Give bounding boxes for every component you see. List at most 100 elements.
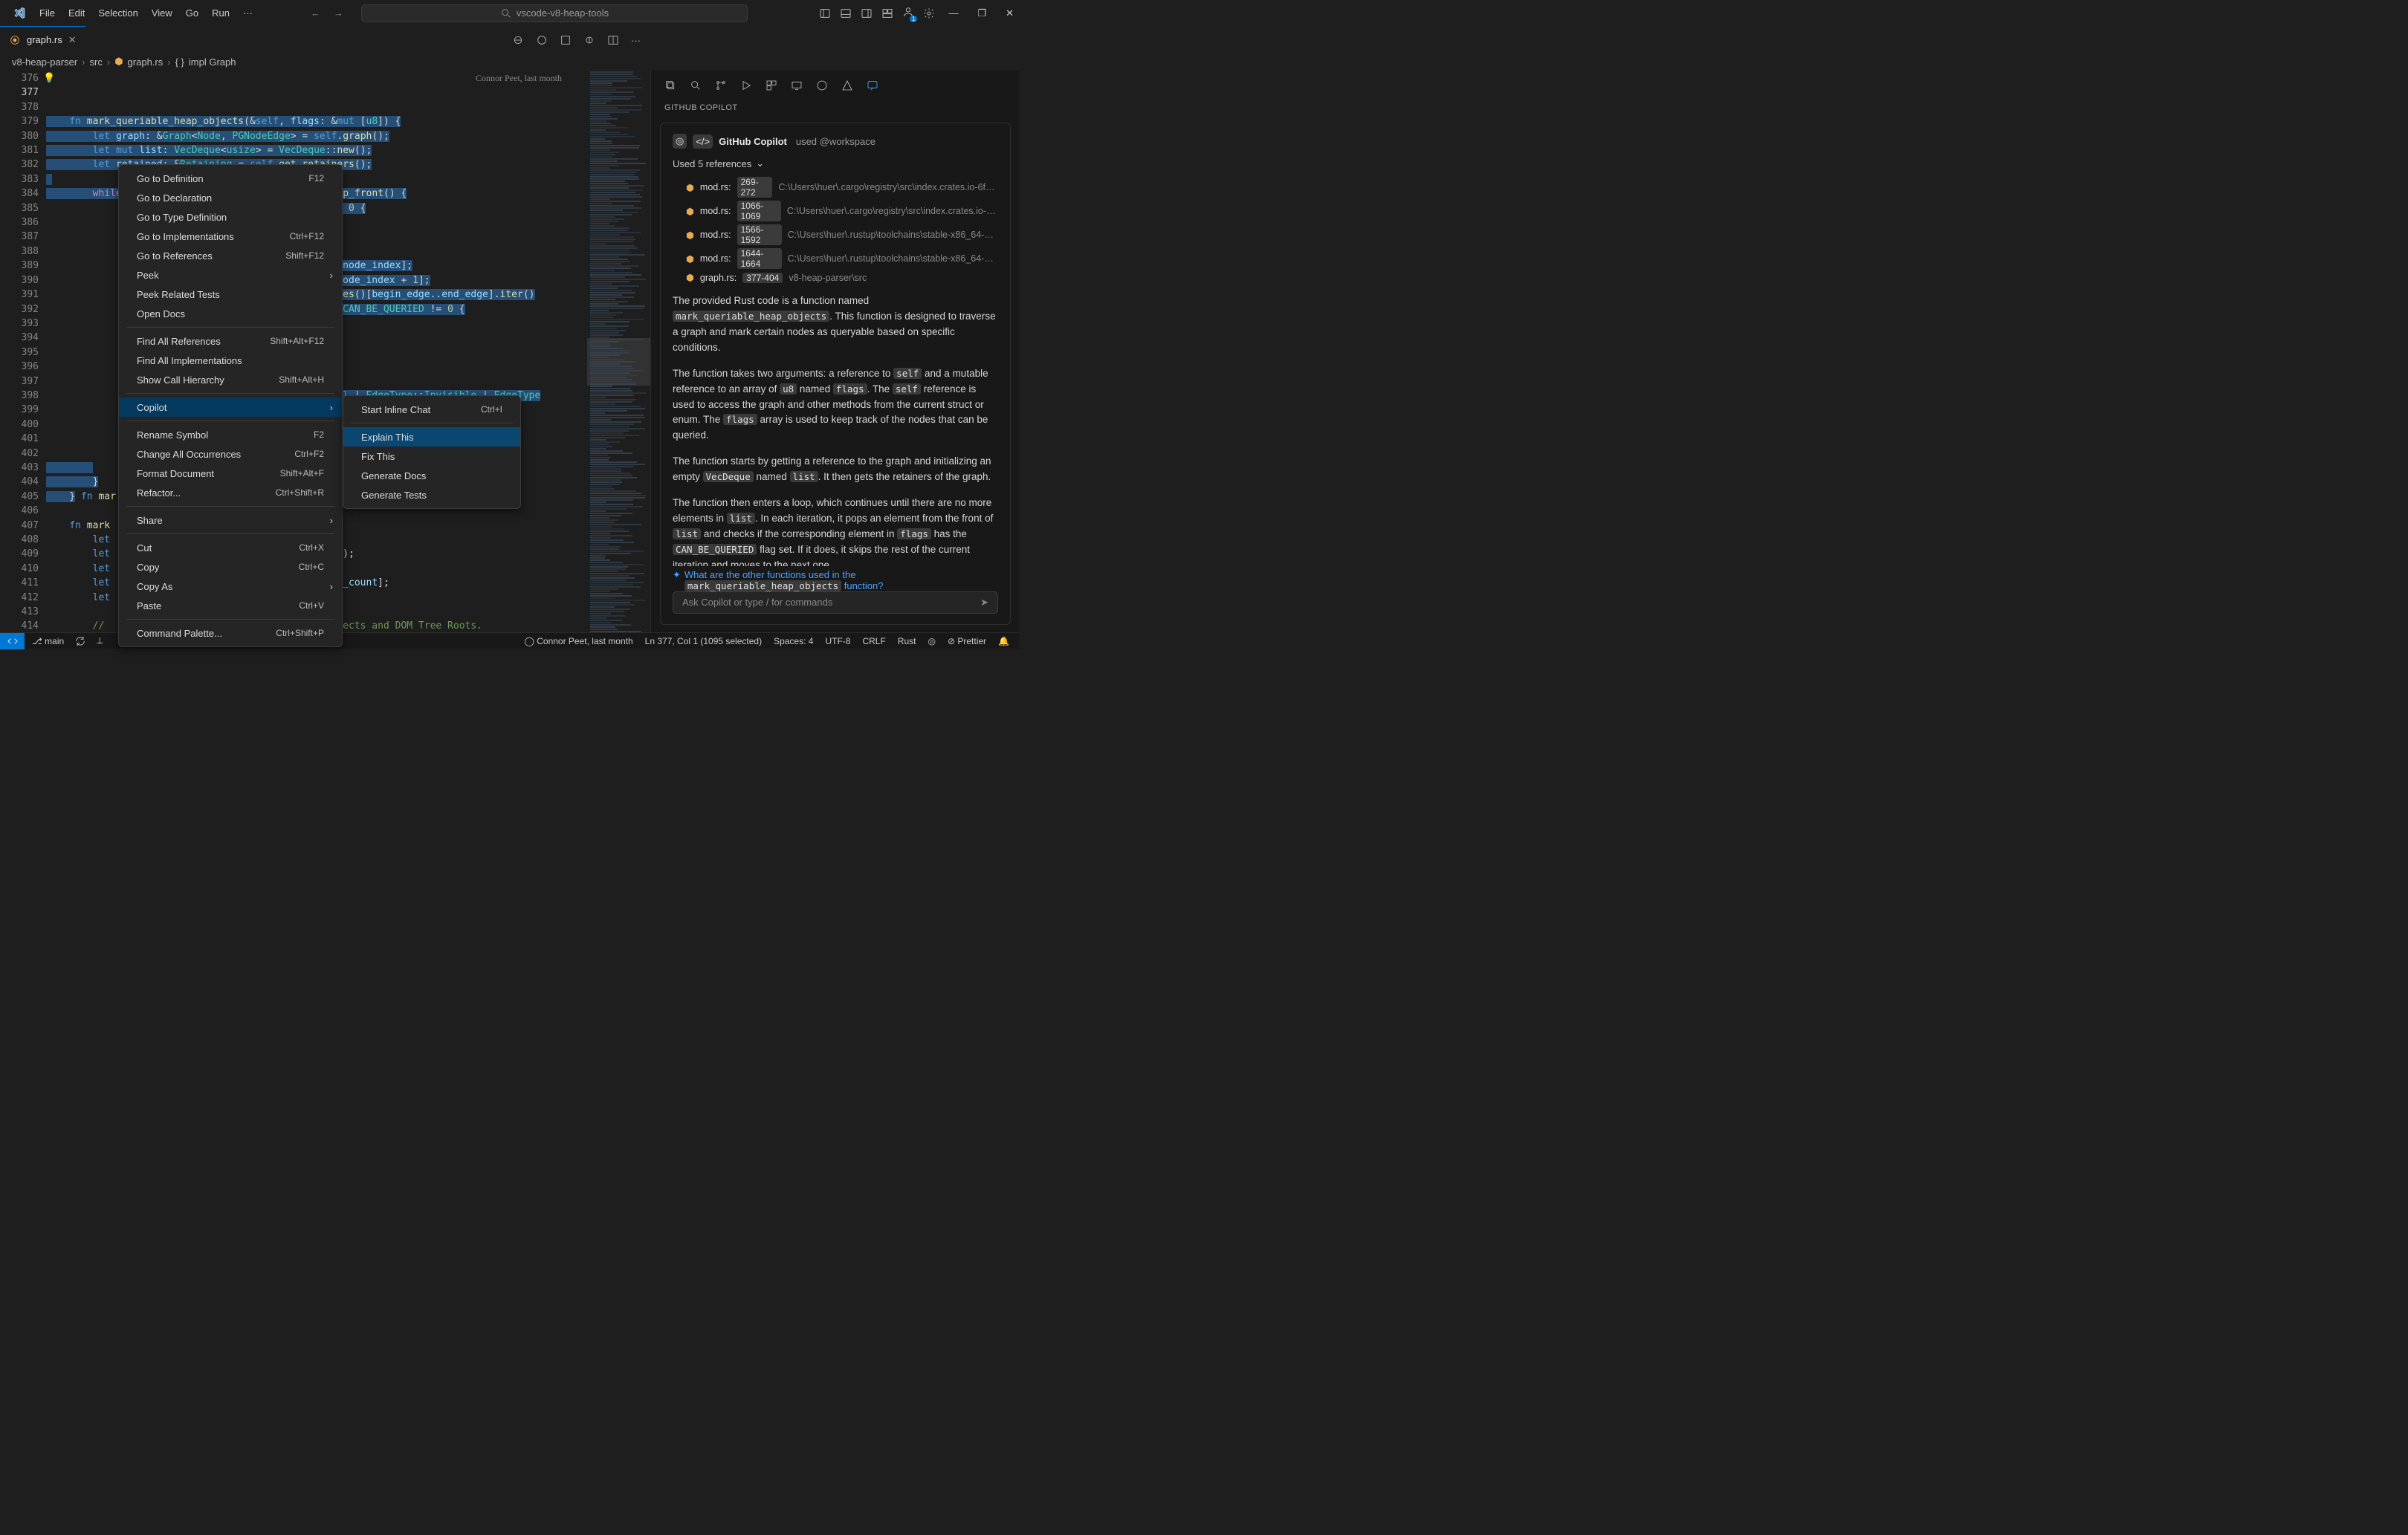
panel-toolbar: [651, 71, 1020, 100]
window-minimize-icon[interactable]: —: [948, 7, 958, 19]
menu-item[interactable]: Rename SymbolF2: [119, 425, 342, 444]
menu-item[interactable]: Copilot: [119, 397, 342, 417]
chat-response: The provided Rust code is a function nam…: [673, 293, 998, 566]
menu-edit[interactable]: Edit: [62, 4, 91, 22]
editor-context-menu[interactable]: Go to DefinitionF12Go to DeclarationGo t…: [118, 164, 343, 647]
menu-item[interactable]: Go to Type Definition: [119, 207, 342, 227]
chat-input[interactable]: Ask Copilot or type / for commands ➤: [673, 591, 998, 614]
menu-item[interactable]: Open Docs: [119, 304, 342, 323]
lightbulb-icon[interactable]: 💡: [43, 71, 55, 85]
status-encoding[interactable]: UTF-8: [825, 636, 850, 646]
menu-item[interactable]: Peek Related Tests: [119, 285, 342, 304]
menu-item[interactable]: PasteCtrl+V: [119, 596, 342, 615]
layout-left-icon[interactable]: [819, 7, 831, 19]
nav-forward-icon[interactable]: →: [334, 7, 343, 19]
menu-file[interactable]: File: [33, 4, 61, 22]
nav-back-icon[interactable]: ←: [311, 7, 320, 19]
status-language[interactable]: Rust: [898, 636, 916, 646]
menu-item[interactable]: Command Palette...Ctrl+Shift+P: [119, 623, 342, 643]
account-icon[interactable]: 1: [902, 6, 914, 20]
search-icon[interactable]: [690, 79, 702, 91]
menu-item[interactable]: Generate Docs: [343, 466, 520, 485]
menu-view[interactable]: View: [146, 4, 178, 22]
menu-item[interactable]: Generate Tests: [343, 485, 520, 504]
azure-icon[interactable]: [841, 79, 853, 91]
menu-item[interactable]: Fix This: [343, 447, 520, 466]
status-blame[interactable]: ◯ Connor Peet, last month: [524, 636, 632, 646]
menu-item[interactable]: Go to ReferencesShift+F12: [119, 246, 342, 265]
menu-item[interactable]: CutCtrl+X: [119, 538, 342, 557]
menu-item[interactable]: Explain This: [343, 427, 520, 447]
menu-item[interactable]: Copy As: [119, 577, 342, 596]
chat-icon[interactable]: [867, 79, 878, 91]
status-eol[interactable]: CRLF: [862, 636, 885, 646]
layout-right-icon[interactable]: [861, 7, 873, 19]
window-close-icon[interactable]: ✕: [1006, 7, 1014, 19]
diff-icon[interactable]: [560, 34, 572, 46]
menu-item[interactable]: Go to ImplementationsCtrl+F12: [119, 227, 342, 246]
github-icon[interactable]: [816, 79, 828, 91]
menu-item[interactable]: Refactor...Ctrl+Shift+R: [119, 483, 342, 502]
followup-link[interactable]: ✦ What are the other functions used in t…: [673, 569, 998, 591]
menu-item[interactable]: Format DocumentShift+Alt+F: [119, 464, 342, 483]
breadcrumb-folder[interactable]: v8-heap-parser: [12, 56, 77, 68]
minimap[interactable]: [587, 71, 650, 632]
menu-item[interactable]: Start Inline ChatCtrl+I: [343, 400, 520, 419]
remote-icon[interactable]: [791, 79, 803, 91]
status-cursor-pos[interactable]: Ln 377, Col 1 (1095 selected): [645, 636, 762, 646]
sparkle-icon: ✦: [673, 569, 681, 581]
extensions-icon[interactable]: [766, 79, 777, 91]
command-center[interactable]: vscode-v8-heap-tools: [361, 4, 748, 22]
send-icon[interactable]: ➤: [980, 597, 988, 609]
status-copilot-icon[interactable]: ◎: [928, 636, 935, 646]
run-icon[interactable]: [536, 34, 548, 46]
menu-selection[interactable]: Selection: [92, 4, 143, 22]
menu-item[interactable]: Peek: [119, 265, 342, 285]
toggle-word-wrap-icon[interactable]: [512, 34, 524, 46]
reference-row[interactable]: ⬢mod.rs:269-272C:\Users\huer\.cargo\regi…: [673, 175, 998, 199]
split-editor-icon[interactable]: [607, 34, 619, 46]
layout-custom-icon[interactable]: [881, 7, 893, 19]
status-branch[interactable]: ⎇ main: [32, 636, 64, 646]
reference-row[interactable]: ⬢graph.rs:377-404v8-heap-parser\src: [673, 270, 998, 285]
copilot-submenu[interactable]: Start Inline ChatCtrl+I Explain ThisFix T…: [343, 395, 521, 509]
menu-item[interactable]: CopyCtrl+C: [119, 557, 342, 577]
tab-graph-rs[interactable]: graph.rs ✕: [0, 26, 85, 53]
menu-item[interactable]: Show Call HierarchyShift+Alt+H: [119, 370, 342, 389]
menu-go[interactable]: Go: [180, 4, 204, 22]
menu-overflow[interactable]: ···: [237, 4, 259, 22]
status-ports[interactable]: ⟂: [97, 635, 103, 646]
menu-item[interactable]: Go to Declaration: [119, 188, 342, 207]
window-restore-icon[interactable]: ❐: [977, 7, 986, 19]
settings-gear-icon[interactable]: [923, 7, 935, 19]
menu-item[interactable]: Go to DefinitionF12: [119, 169, 342, 188]
menu-item[interactable]: Find All Implementations: [119, 351, 342, 370]
references-toggle[interactable]: Used 5 references ⌄: [673, 158, 998, 169]
vscode-logo-icon: [13, 7, 26, 19]
status-prettier[interactable]: ⊘ Prettier: [948, 636, 986, 646]
menu-run[interactable]: Run: [206, 4, 236, 22]
breadcrumb[interactable]: v8-heap-parser› src› ⬢graph.rs› { }impl …: [0, 53, 1020, 71]
breadcrumb-src[interactable]: src: [90, 56, 103, 68]
copy-icon[interactable]: [664, 79, 676, 91]
menu-item[interactable]: Share: [119, 510, 342, 530]
reference-row[interactable]: ⬢mod.rs:1066-1069C:\Users\huer\.cargo\re…: [673, 199, 998, 223]
menu-item[interactable]: Find All ReferencesShift+Alt+F12: [119, 331, 342, 351]
reference-row[interactable]: ⬢mod.rs:1566-1592C:\Users\huer\.rustup\t…: [673, 223, 998, 247]
remote-indicator[interactable]: [0, 633, 25, 649]
breadcrumb-symbol[interactable]: impl Graph: [189, 56, 236, 68]
tab-label: graph.rs: [27, 34, 62, 45]
layout-bottom-icon[interactable]: [840, 7, 852, 19]
breadcrumb-file[interactable]: graph.rs: [128, 56, 164, 68]
status-spaces[interactable]: Spaces: 4: [774, 636, 813, 646]
sync-icon[interactable]: [74, 635, 86, 647]
compare-icon[interactable]: [583, 34, 595, 46]
branch-icon[interactable]: [715, 79, 727, 91]
run-debug-icon[interactable]: [740, 79, 752, 91]
status-notifications-icon[interactable]: 🔔: [998, 636, 1009, 646]
menu-item[interactable]: Change All OccurrencesCtrl+F2: [119, 444, 342, 464]
git-blame-codelens[interactable]: Connor Peet, last month: [476, 71, 562, 85]
tab-close-icon[interactable]: ✕: [68, 34, 77, 46]
editor-more-icon[interactable]: ···: [631, 35, 641, 46]
reference-row[interactable]: ⬢mod.rs:1644-1664C:\Users\huer\.rustup\t…: [673, 247, 998, 270]
